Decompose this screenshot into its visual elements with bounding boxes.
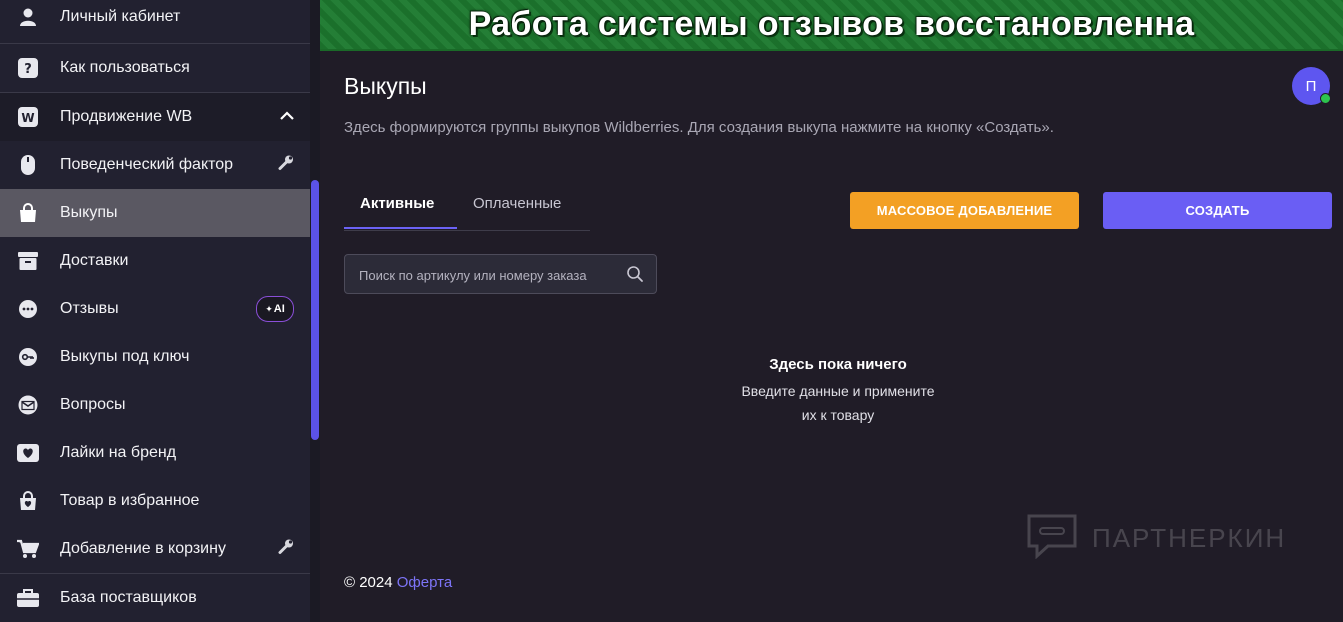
chat-icon: [16, 297, 40, 321]
sidebar-item-wb-promotion[interactable]: W Продвижение WB: [0, 93, 310, 141]
avatar-initial: П: [1305, 77, 1317, 95]
search-icon[interactable]: [626, 265, 644, 283]
watermark: ПАРТНЕРКИН: [1026, 513, 1286, 564]
archive-icon: [16, 249, 40, 273]
sidebar-item-how-to-use[interactable]: ? Как пользоваться: [0, 44, 310, 92]
sidebar-item-questions[interactable]: Вопросы: [0, 381, 310, 429]
watermark-text: ПАРТНЕРКИН: [1092, 523, 1287, 553]
offer-link[interactable]: Оферта: [397, 574, 452, 591]
help-icon: ?: [16, 56, 40, 80]
sidebar-item-label: Продвижение WB: [60, 108, 193, 125]
search-box: [344, 254, 657, 295]
sidebar-item-label: Выкупы под ключ: [60, 348, 190, 365]
sidebar-item-purchases[interactable]: Выкупы: [0, 189, 310, 237]
sidebar-item-deliveries[interactable]: Доставки: [0, 237, 310, 285]
sidebar: Личный кабинет ? Как пользоваться W Прод…: [0, 0, 320, 622]
sidebar-item-label: Лайки на бренд: [60, 444, 177, 461]
copyright: © 2024: [344, 574, 393, 591]
ai-badge-text: AI: [273, 303, 285, 315]
sidebar-item-add-to-cart[interactable]: Добавление в корзину: [0, 525, 310, 573]
sidebar-item-label: Как пользоваться: [60, 59, 190, 76]
sidebar-item-turnkey-purchases[interactable]: Выкупы под ключ: [0, 333, 310, 381]
empty-state-text: Введите данные и примените их к товару: [320, 379, 1343, 427]
sidebar-item-behavior-factor[interactable]: Поведенческий фактор: [0, 141, 310, 189]
sidebar-item-label: Вопросы: [60, 396, 126, 413]
sidebar-item-label: Отзывы: [60, 300, 119, 317]
create-button[interactable]: СОЗДАТЬ: [1103, 192, 1332, 229]
heart-box-icon: [16, 441, 40, 465]
tab-paid[interactable]: Оплаченные: [473, 195, 561, 212]
empty-state-line: их к товару: [801, 407, 875, 423]
briefcase-icon: [16, 586, 40, 610]
tab-active[interactable]: Активные: [360, 195, 434, 212]
search-input[interactable]: [357, 255, 621, 295]
sidebar-item-label: Товар в избранное: [60, 492, 200, 509]
user-icon: [16, 5, 40, 29]
empty-state-line: Введите данные и примените: [741, 383, 935, 399]
key-icon: [16, 345, 40, 369]
mail-icon: [16, 393, 40, 417]
wrench-icon: [278, 539, 294, 560]
bag-icon: [16, 201, 40, 225]
sidebar-item-favorites[interactable]: Товар в избранное: [0, 477, 310, 525]
sidebar-item-label: Поведенческий фактор: [60, 156, 234, 173]
footer: © 2024 Оферта: [344, 574, 452, 591]
avatar[interactable]: П: [1292, 67, 1331, 105]
sidebar-scrollbar-thumb[interactable]: [311, 180, 319, 440]
sidebar-item-reviews[interactable]: Отзывы ✦ AI: [0, 285, 310, 333]
sidebar-item-suppliers-base[interactable]: База поставщиков: [0, 574, 310, 622]
chevron-up-icon[interactable]: [280, 108, 294, 126]
wrench-icon: [278, 155, 294, 176]
announcement-banner: Работа системы отзывов восстановленна: [320, 0, 1343, 51]
svg-text:W: W: [21, 111, 34, 125]
tab-active-indicator: [344, 227, 457, 229]
sidebar-item-label: Добавление в корзину: [60, 540, 226, 557]
empty-state-title: Здесь пока ничего: [769, 356, 907, 373]
sidebar-item-label: База поставщиков: [60, 589, 197, 606]
mass-add-button[interactable]: МАССОВОЕ ДОБАВЛЕНИЕ: [850, 192, 1079, 229]
sparkle-icon: ✦: [265, 303, 273, 314]
heart-bag-icon: [16, 489, 40, 513]
cart-icon: [16, 537, 40, 561]
tabs: Активные Оплаченные: [344, 189, 590, 231]
svg-text:?: ?: [24, 62, 32, 77]
sidebar-item-label: Личный кабинет: [60, 8, 181, 25]
main-content: Выкупы Здесь формируются группы выкупов …: [320, 51, 1343, 622]
watermark-logo-icon: [1026, 513, 1078, 564]
banner-text: Работа системы отзывов восстановленна: [468, 5, 1195, 43]
ai-badge: ✦ AI: [256, 296, 294, 322]
wb-icon: W: [16, 105, 40, 129]
sidebar-item-label: Доставки: [60, 252, 129, 269]
mouse-icon: [16, 153, 40, 177]
online-status-dot: [1320, 93, 1331, 104]
sidebar-item-label: Выкупы: [60, 204, 118, 221]
sidebar-item-account[interactable]: Личный кабинет: [0, 0, 310, 41]
page-title: Выкупы: [344, 73, 427, 99]
page-description: Здесь формируются группы выкупов Wildber…: [344, 119, 1054, 136]
sidebar-item-brand-likes[interactable]: Лайки на бренд: [0, 429, 310, 477]
